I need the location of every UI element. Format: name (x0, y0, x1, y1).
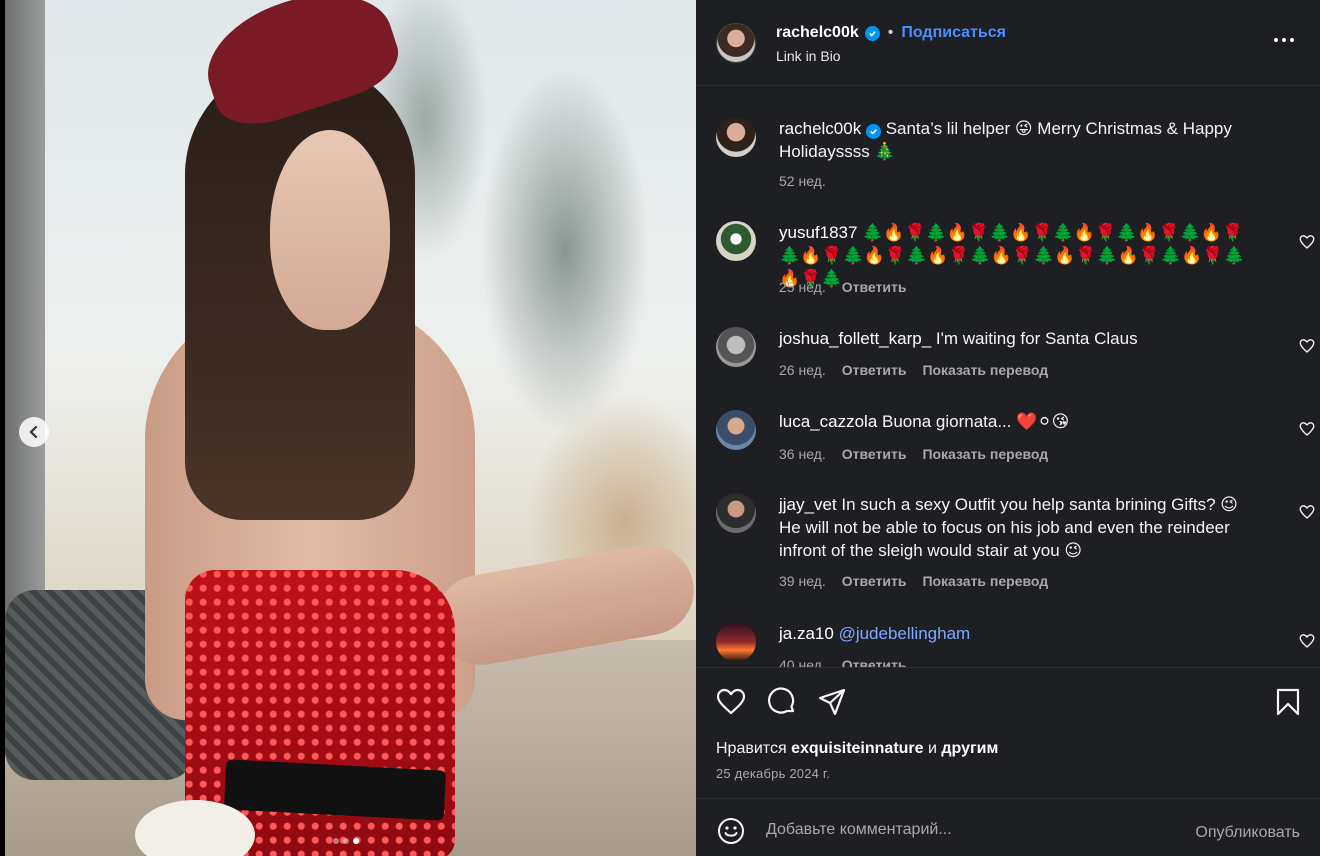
instagram-post-modal: rachelc00k • Подписаться Link in Bio rac… (0, 0, 1320, 856)
commenter-avatar[interactable] (716, 410, 756, 450)
carousel-prev-button[interactable] (19, 417, 49, 447)
comment-like-icon[interactable] (1298, 420, 1316, 438)
likes-summary: Нравится exquisiteinnature и другим (716, 740, 998, 758)
carousel-dot (343, 838, 349, 844)
comment-username[interactable]: ja.za10 (779, 624, 834, 643)
post-actions: Нравится exquisiteinnature и другим 25 д… (696, 667, 1320, 797)
comment-age: 25 нед. (779, 279, 826, 295)
comment-input[interactable] (766, 815, 1166, 845)
post-media (5, 0, 696, 856)
likes-others[interactable]: другим (941, 740, 998, 757)
carousel-dot-active (353, 838, 359, 844)
author-avatar[interactable] (716, 23, 756, 63)
likes-prefix: Нравится (716, 740, 787, 757)
comments-list[interactable]: rachelc00k Santa’s lil helper 😜 Merry Ch… (696, 87, 1320, 667)
separator-dot: • (887, 24, 894, 41)
comment-text: ja.za10 @judebellingham (779, 622, 1259, 645)
comment-body: I'm waiting for Santa Claus (935, 329, 1138, 348)
post-side-panel: rachelc00k • Подписаться Link in Bio rac… (696, 0, 1320, 856)
reply-button[interactable]: Ответить (842, 446, 907, 462)
heart-icon[interactable] (715, 686, 747, 718)
comment-text: joshua_follett_karp_ I'm waiting for San… (779, 327, 1259, 350)
comment-text: jjay_vet In such a sexy Outfit you help … (779, 493, 1259, 562)
author-username[interactable]: rachelc00k (776, 24, 859, 42)
comment-age: 39 нед. (779, 573, 826, 589)
caption-meta: 52 нед. (779, 173, 826, 189)
comment-meta: 25 нед. Ответить (779, 279, 906, 295)
verified-badge-icon (864, 25, 880, 41)
caption-age: 52 нед. (779, 173, 826, 189)
comment-username[interactable]: joshua_follett_karp_ (779, 329, 931, 348)
publish-button[interactable]: Опубликовать (1195, 824, 1300, 842)
reply-button[interactable]: Ответить (842, 362, 907, 378)
comment-username[interactable]: luca_cazzola (779, 412, 877, 431)
send-icon[interactable] (816, 686, 848, 718)
commenter-avatar[interactable] (716, 622, 756, 662)
comment-meta: 40 нед. Ответить (779, 657, 906, 667)
bookmark-icon[interactable] (1272, 686, 1304, 718)
more-horizontal-icon[interactable] (1270, 34, 1298, 46)
likes-user[interactable]: exquisiteinnature (791, 740, 923, 757)
reply-button[interactable]: Ответить (842, 573, 907, 589)
commenter-avatar[interactable] (716, 493, 756, 533)
comment-meta: 36 нед. Ответить Показать перевод (779, 446, 1048, 462)
verified-badge-icon (865, 124, 881, 139)
comment-text: luca_cazzola Buona giornata... ❤️⚪😘 (779, 410, 1259, 433)
comment-username[interactable]: yusuf1837 (779, 223, 857, 242)
comment-meta: 26 нед. Ответить Показать перевод (779, 362, 1048, 378)
commenter-avatar[interactable] (716, 327, 756, 367)
translate-button[interactable]: Показать перевод (922, 446, 1048, 462)
comment-body: In such a sexy Outfit you help santa bri… (779, 495, 1239, 560)
chevron-left-icon (29, 425, 38, 439)
model-face (270, 130, 390, 330)
carousel-dot (333, 838, 339, 844)
comment-body: Buona giornata... ❤️⚪😘 (882, 412, 1070, 431)
reply-button[interactable]: Ответить (842, 279, 907, 295)
post-date: 25 декабрь 2024 г. (716, 766, 831, 781)
caption-username[interactable]: rachelc00k (779, 119, 861, 138)
comment-composer: Опубликовать (696, 798, 1320, 856)
likes-middle: и (928, 740, 937, 757)
translate-button[interactable]: Показать перевод (922, 362, 1048, 378)
comment-age: 26 нед. (779, 362, 826, 378)
comment-like-icon[interactable] (1298, 233, 1316, 251)
follow-button[interactable]: Подписаться (901, 24, 1006, 42)
comment-age: 40 нед. (779, 657, 826, 667)
author-row: rachelc00k • Подписаться (776, 24, 1006, 42)
comment-mention[interactable]: @judebellingham (839, 624, 971, 643)
caption-text: rachelc00k Santa’s lil helper 😜 Merry Ch… (779, 117, 1259, 163)
reply-button[interactable]: Ответить (842, 657, 907, 667)
comment-username[interactable]: jjay_vet (779, 495, 837, 514)
commenter-avatar[interactable] (716, 221, 756, 261)
comment-icon[interactable] (766, 686, 798, 718)
comment-like-icon[interactable] (1298, 632, 1316, 650)
bio-link[interactable]: Link in Bio (776, 48, 841, 64)
emoji-icon[interactable] (717, 817, 745, 845)
comment-like-icon[interactable] (1298, 337, 1316, 355)
comment-age: 36 нед. (779, 446, 826, 462)
translate-button[interactable]: Показать перевод (922, 573, 1048, 589)
post-header: rachelc00k • Подписаться Link in Bio (696, 0, 1320, 86)
author-avatar[interactable] (716, 117, 756, 157)
comment-meta: 39 нед. Ответить Показать перевод (779, 573, 1048, 589)
carousel-indicator (333, 838, 359, 844)
comment-like-icon[interactable] (1298, 503, 1316, 521)
